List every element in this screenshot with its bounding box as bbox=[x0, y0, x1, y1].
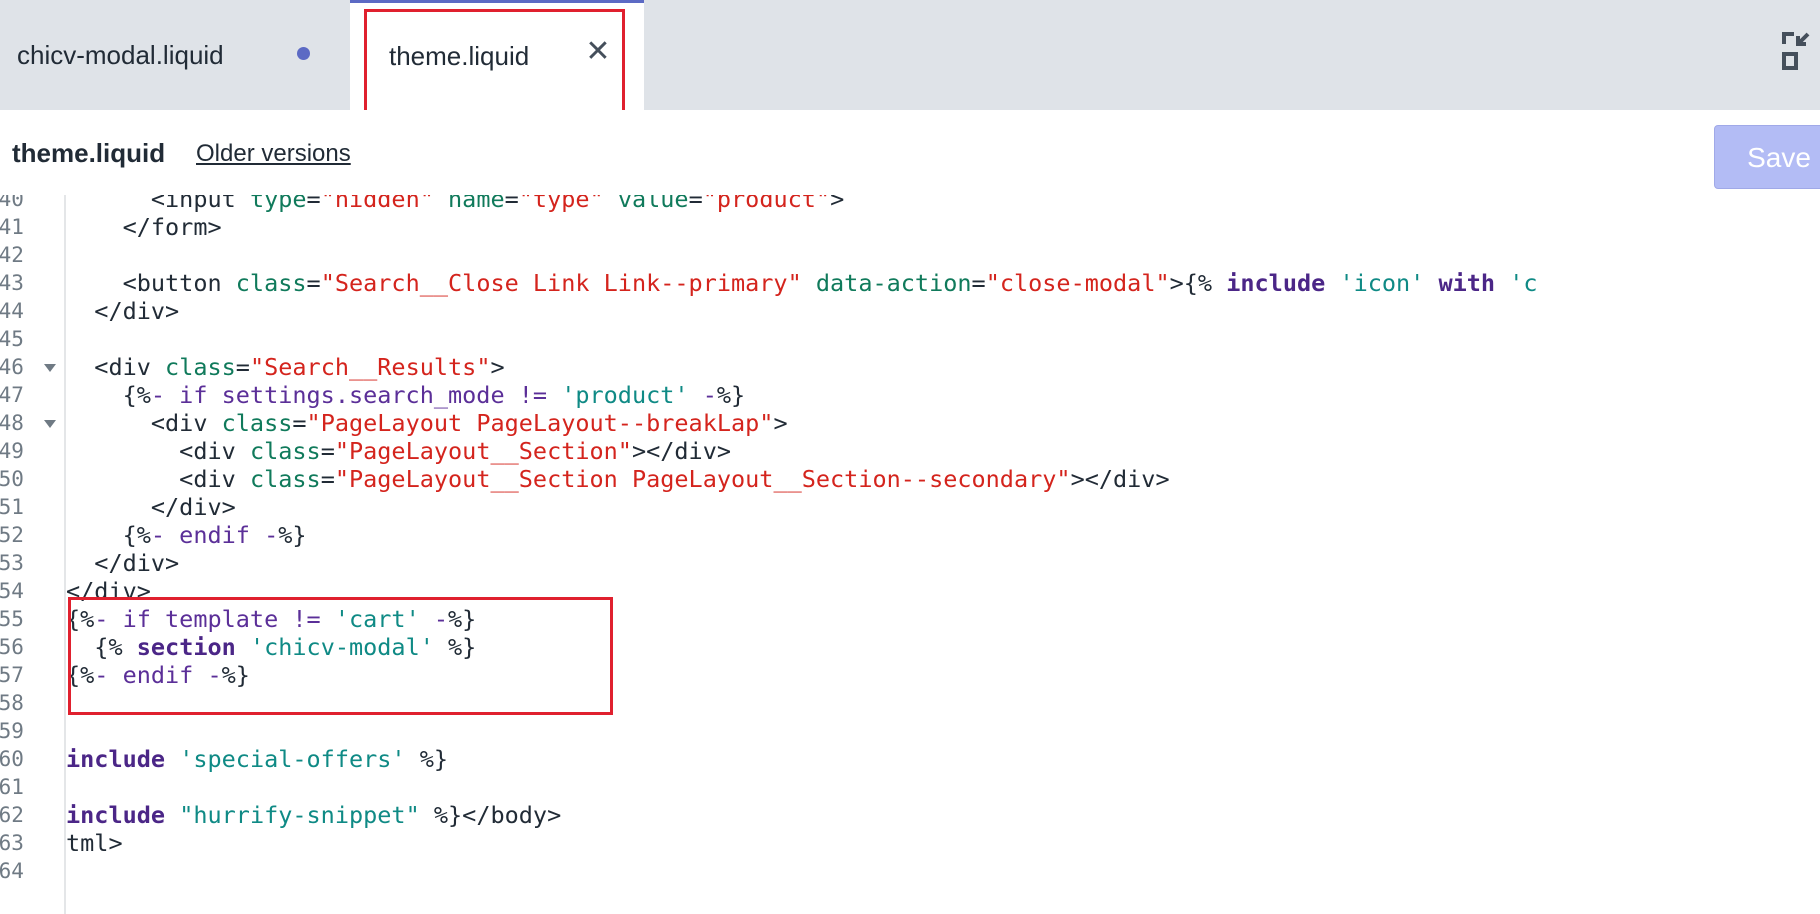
line-number: 148 bbox=[0, 411, 24, 435]
code-line[interactable]: 150 <div class="PageLayout__Section Page… bbox=[0, 465, 1820, 493]
tab-label: theme.liquid bbox=[389, 41, 530, 71]
line-number: 159 bbox=[0, 719, 24, 743]
code-text: <div class="PageLayout__Section PageLayo… bbox=[66, 465, 1170, 493]
code-line[interactable]: 142 bbox=[0, 241, 1820, 269]
code-line[interactable]: 154 </div> bbox=[0, 577, 1820, 605]
tab-label: chicv-modal.liquid bbox=[17, 39, 224, 70]
code-text: {%- if template != 'cart' -%} bbox=[66, 605, 477, 633]
code-text: include "hurrify-snippet" %}</body> bbox=[66, 801, 562, 829]
unsaved-indicator-icon bbox=[297, 47, 310, 60]
code-text: </form> bbox=[66, 213, 222, 241]
line-number: 142 bbox=[0, 243, 24, 267]
line-number: 153 bbox=[0, 551, 24, 575]
code-line[interactable]: 158 bbox=[0, 689, 1820, 717]
line-number: 164 bbox=[0, 859, 24, 883]
code-line[interactable]: 151 </div> bbox=[0, 493, 1820, 521]
code-line[interactable]: 147 {%- if settings.search_mode != 'prod… bbox=[0, 381, 1820, 409]
line-number: 150 bbox=[0, 467, 24, 491]
save-button[interactable]: Save bbox=[1714, 125, 1820, 189]
line-number: 155 bbox=[0, 607, 24, 631]
code-text: </div> bbox=[66, 297, 180, 325]
fold-arrow-icon[interactable] bbox=[44, 420, 56, 428]
line-number: 156 bbox=[0, 635, 24, 659]
code-text: {% section 'chicv-modal' %} bbox=[66, 633, 477, 661]
file-title: theme.liquid bbox=[12, 138, 166, 168]
code-text: {%- endif -%} bbox=[66, 661, 250, 689]
code-text: </div> bbox=[66, 577, 151, 605]
code-line[interactable]: 162 include "hurrify-snippet" %}</body> bbox=[0, 801, 1820, 829]
line-number: 161 bbox=[0, 775, 24, 799]
code-line[interactable]: 140 <input type="hidden" name="type" val… bbox=[0, 195, 1820, 213]
tab-chicv-modal[interactable]: chicv-modal.liquid bbox=[0, 0, 350, 110]
code-text: <div class="PageLayout__Section"></div> bbox=[66, 437, 732, 465]
close-icon[interactable]: ✕ bbox=[583, 37, 613, 67]
line-number: 154 bbox=[0, 579, 24, 603]
code-text: <div class="PageLayout PageLayout--break… bbox=[66, 409, 788, 437]
code-text: include 'special-offers' %} bbox=[66, 745, 449, 773]
editor-header: theme.liquid Older versions Save bbox=[0, 110, 1820, 196]
line-number: 143 bbox=[0, 271, 24, 295]
line-number: 160 bbox=[0, 747, 24, 771]
tab-theme[interactable]: theme.liquid ✕ bbox=[350, 0, 644, 110]
code-editor[interactable]: 140 <input type="hidden" name="type" val… bbox=[0, 195, 1820, 914]
older-versions-link[interactable]: Older versions bbox=[196, 140, 351, 168]
line-number: 147 bbox=[0, 383, 24, 407]
code-line[interactable]: 153 </div> bbox=[0, 549, 1820, 577]
code-text: </div> bbox=[66, 549, 180, 577]
code-line[interactable]: 144 </div> bbox=[0, 297, 1820, 325]
exit-fullscreen-icon[interactable] bbox=[1780, 30, 1820, 74]
code-line[interactable]: 159 bbox=[0, 717, 1820, 745]
code-line[interactable]: 141 </form> bbox=[0, 213, 1820, 241]
line-number: 146 bbox=[0, 355, 24, 379]
line-number: 158 bbox=[0, 691, 24, 715]
code-text: <input type="hidden" name="type" value="… bbox=[66, 195, 845, 213]
line-number: 162 bbox=[0, 803, 24, 827]
code-line[interactable]: 161 bbox=[0, 773, 1820, 801]
code-text: {%- if settings.search_mode != 'product'… bbox=[66, 381, 746, 409]
line-number: 151 bbox=[0, 495, 24, 519]
code-line[interactable]: 160 include 'special-offers' %} bbox=[0, 745, 1820, 773]
line-number: 163 bbox=[0, 831, 24, 855]
code-line[interactable]: 149 <div class="PageLayout__Section"></d… bbox=[0, 437, 1820, 465]
code-line[interactable]: 148 <div class="PageLayout PageLayout--b… bbox=[0, 409, 1820, 437]
line-number: 152 bbox=[0, 523, 24, 547]
line-number: 141 bbox=[0, 215, 24, 239]
code-text: tml> bbox=[66, 829, 123, 857]
code-text: {%- endif -%} bbox=[66, 521, 307, 549]
code-line[interactable]: 155 {%- if template != 'cart' -%} bbox=[0, 605, 1820, 633]
code-line[interactable]: 145 bbox=[0, 325, 1820, 353]
code-line[interactable]: 152 {%- endif -%} bbox=[0, 521, 1820, 549]
code-line[interactable]: 163 tml> bbox=[0, 829, 1820, 857]
tab-bar: chicv-modal.liquid theme.liquid ✕ bbox=[0, 0, 1820, 110]
line-number: 149 bbox=[0, 439, 24, 463]
fold-arrow-icon[interactable] bbox=[44, 364, 56, 372]
line-number: 140 bbox=[0, 195, 24, 211]
code-line[interactable]: 164 bbox=[0, 857, 1820, 885]
code-line[interactable]: 146 <div class="Search__Results"> bbox=[0, 353, 1820, 381]
code-line[interactable]: 156 {% section 'chicv-modal' %} bbox=[0, 633, 1820, 661]
line-number: 144 bbox=[0, 299, 24, 323]
line-number: 157 bbox=[0, 663, 24, 687]
line-number: 145 bbox=[0, 327, 24, 351]
code-line[interactable]: 143 <button class="Search__Close Link Li… bbox=[0, 269, 1820, 297]
code-text: </div> bbox=[66, 493, 236, 521]
code-line[interactable]: 157 {%- endif -%} bbox=[0, 661, 1820, 689]
code-text: <div class="Search__Results"> bbox=[66, 353, 505, 381]
code-text: <button class="Search__Close Link Link--… bbox=[66, 269, 1538, 297]
